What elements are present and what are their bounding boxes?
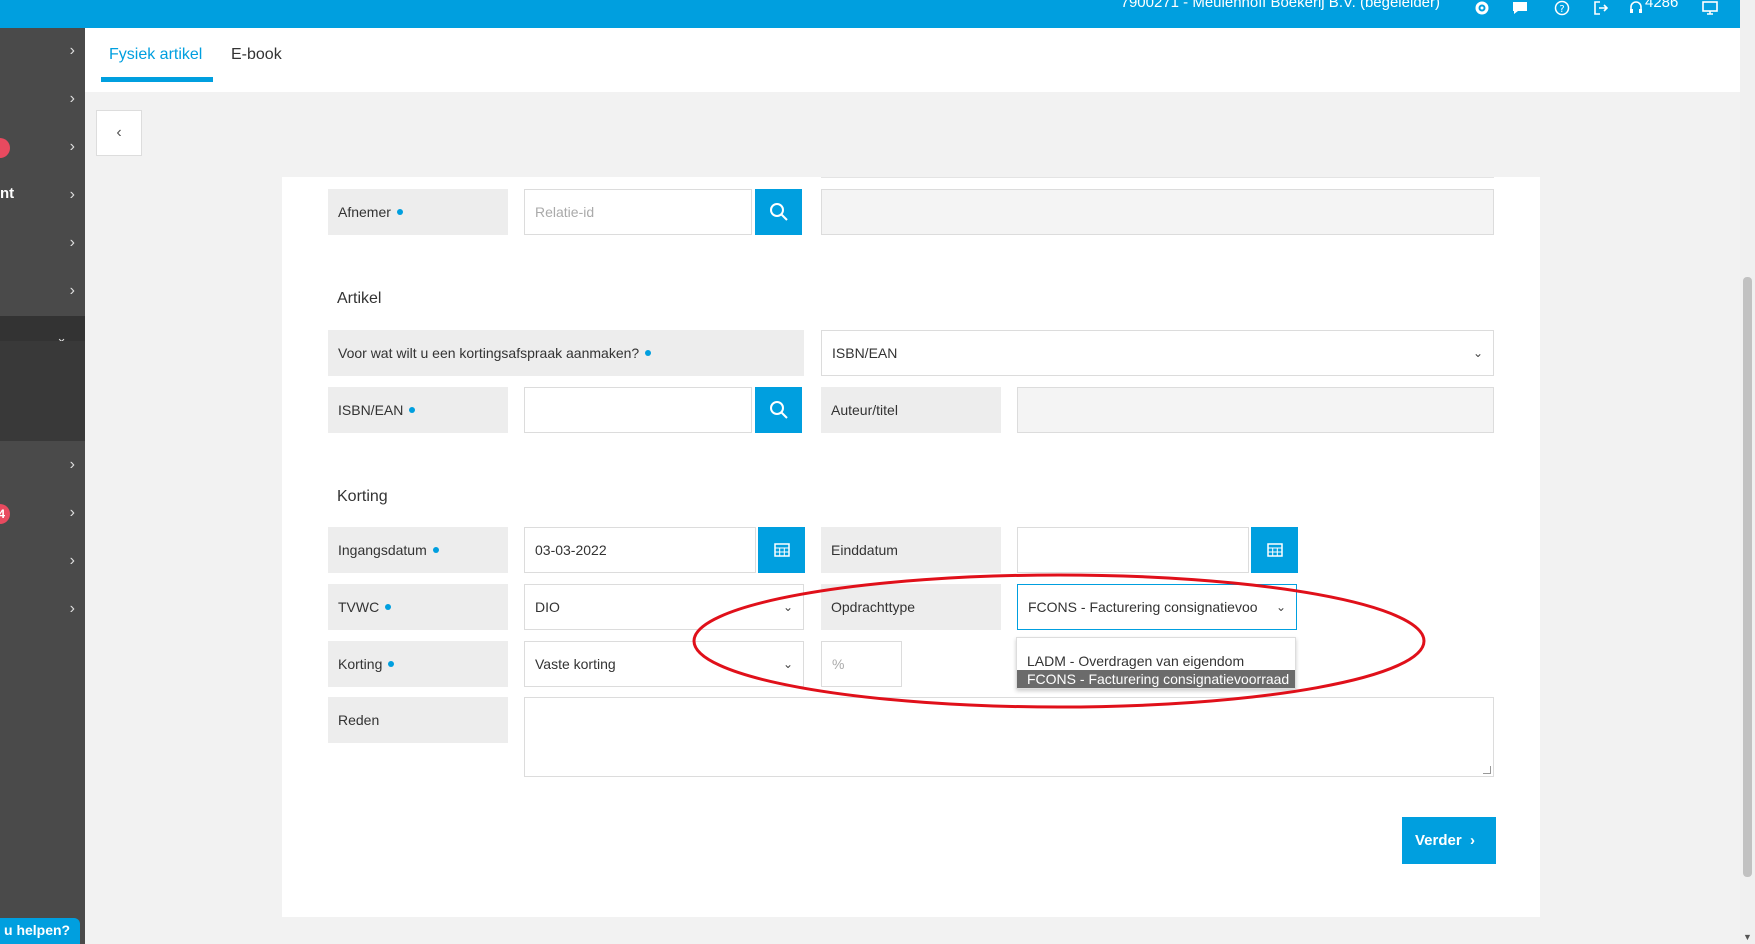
back-button[interactable]: ‹	[96, 110, 142, 156]
chevron-down-icon: ⌄	[782, 600, 793, 614]
opdrachttype-label: Opdrachttype	[821, 584, 1001, 630]
sidebar-item-2[interactable]: ›	[0, 76, 85, 124]
opdrachttype-select[interactable]: FCONS - Facturering consignatievoo ⌄	[1017, 584, 1297, 630]
korting-percentage-input[interactable]: %	[821, 641, 902, 687]
chevron-right-icon: ›	[69, 90, 75, 107]
chevron-down-icon: ⌄	[782, 657, 793, 671]
chevron-right-icon: ›	[1465, 832, 1476, 849]
divider	[821, 175, 1494, 178]
isbn-input[interactable]	[524, 387, 752, 433]
notification-badge	[0, 138, 10, 158]
ingangsdatum-label: Ingangsdatum	[328, 527, 508, 573]
auteur-titel-field	[1017, 387, 1494, 433]
headset-icon[interactable]	[1626, 0, 1646, 18]
company-name: 7900271 - Meulenhoff Boekerij B.V. (bege…	[1120, 0, 1440, 11]
afnemer-label: Afnemer	[328, 189, 508, 235]
chevron-right-icon: ›	[69, 552, 75, 569]
notification-count: 4286	[1645, 0, 1679, 11]
chevron-right-icon: ›	[69, 234, 75, 251]
chevron-down-icon: ⌄	[1275, 600, 1286, 614]
auteur-titel-label: Auteur/titel	[821, 387, 1001, 433]
calendar-icon	[1266, 543, 1283, 557]
sidebar-submenu[interactable]	[0, 341, 85, 441]
sidebar-item-11[interactable]: ›	[0, 586, 85, 634]
required-dot	[385, 604, 392, 610]
sidebar-item-5[interactable]: ›	[0, 220, 85, 268]
artikel-section-title: Artikel	[337, 290, 382, 307]
chevron-right-icon: ›	[69, 456, 75, 473]
kortingsafspraak-type-label: Voor wat wilt u een kortingsafspraak aan…	[328, 330, 804, 376]
tab-fysiek-artikel[interactable]: Fysiek artikel	[109, 46, 202, 64]
chevron-right-icon: ›	[69, 138, 75, 155]
search-afnemer-button[interactable]	[755, 189, 802, 235]
ingangsdatum-input[interactable]: 03-03-2022	[524, 527, 756, 573]
help-button[interactable]: u helpen?	[0, 918, 80, 944]
korting-section-title: Korting	[337, 488, 388, 505]
page-scrollbar[interactable]: ▼	[1740, 0, 1755, 944]
tab-e-book[interactable]: E-book	[231, 46, 282, 64]
korting-label: Korting	[328, 641, 508, 687]
kortingsafspraak-type-select[interactable]: ISBN/EAN ⌄	[821, 330, 1494, 376]
active-tab-indicator	[101, 77, 213, 82]
search-icon	[769, 203, 788, 221]
chat-icon[interactable]	[1510, 0, 1530, 18]
scrollbar-thumb[interactable]	[1743, 277, 1752, 877]
dropdown-option-fcons[interactable]: FCONS - Facturering consignatievoorraad	[1017, 670, 1295, 688]
gear-icon[interactable]	[1472, 0, 1492, 18]
notification-badge: 4	[0, 504, 10, 524]
relatie-id-input[interactable]: Relatie-id	[524, 189, 752, 235]
logout-icon[interactable]	[1591, 0, 1611, 18]
required-dot	[409, 407, 416, 413]
dropdown-option-ladm[interactable]: LADM - Overdragen van eigendom	[1017, 652, 1295, 670]
scroll-down-arrow-icon[interactable]: ▼	[1743, 932, 1752, 942]
korting-type-select[interactable]: Vaste korting ⌄	[524, 641, 804, 687]
chevron-right-icon: ›	[69, 600, 75, 617]
search-icon	[769, 401, 788, 419]
search-isbn-button[interactable]	[755, 387, 802, 433]
sidebar-item-10[interactable]: ›	[0, 538, 85, 586]
sidebar-item-4[interactable]: nt ›	[0, 172, 85, 220]
opdrachttype-dropdown-list: LADM - Overdragen van eigendom FCONS - F…	[1016, 637, 1296, 689]
verder-button[interactable]: Verder ›	[1402, 817, 1496, 864]
required-dot	[388, 661, 395, 667]
required-dot	[645, 350, 652, 356]
required-dot	[432, 547, 439, 553]
reden-textarea[interactable]	[524, 697, 1494, 777]
resize-handle[interactable]	[1483, 766, 1491, 774]
chevron-right-icon: ›	[69, 42, 75, 59]
calendar-icon	[773, 543, 790, 557]
einddatum-calendar-button[interactable]	[1251, 527, 1298, 573]
sidebar-item-9[interactable]: 4 ›	[0, 490, 85, 538]
chevron-right-icon: ›	[69, 282, 75, 299]
sidebar-item-1[interactable]: ›	[0, 28, 85, 76]
sidebar: › › › nt › › › ⌄ › 4 › › ›	[0, 28, 85, 944]
sidebar-item-3[interactable]: ›	[0, 124, 85, 172]
sidebar-item-8[interactable]: ›	[0, 442, 85, 490]
einddatum-input[interactable]	[1017, 527, 1249, 573]
sidebar-item-label: nt	[0, 185, 15, 202]
chevron-down-icon: ⌄	[1472, 346, 1483, 360]
reden-label: Reden	[328, 697, 508, 743]
chevron-right-icon: ›	[69, 504, 75, 521]
help-icon[interactable]: ?	[1552, 0, 1572, 18]
einddatum-label: Einddatum	[821, 527, 1001, 573]
chevron-left-icon: ‹	[116, 124, 122, 141]
tvwc-select[interactable]: DIO ⌄	[524, 584, 804, 630]
chevron-right-icon: ›	[69, 186, 75, 203]
tvwc-label: TVWC	[328, 584, 508, 630]
ingangsdatum-calendar-button[interactable]	[758, 527, 805, 573]
monitor-icon[interactable]	[1700, 0, 1720, 18]
isbn-label: ISBN/EAN	[328, 387, 508, 433]
required-dot	[396, 209, 403, 215]
top-bar: 7900271 - Meulenhoff Boekerij B.V. (bege…	[0, 0, 1740, 28]
sidebar-item-6[interactable]: ›	[0, 268, 85, 316]
afnemer-name-field	[821, 189, 1494, 235]
svg-text:?: ?	[1559, 4, 1564, 15]
tabs-bar: Fysiek artikel E-book	[85, 28, 1740, 92]
